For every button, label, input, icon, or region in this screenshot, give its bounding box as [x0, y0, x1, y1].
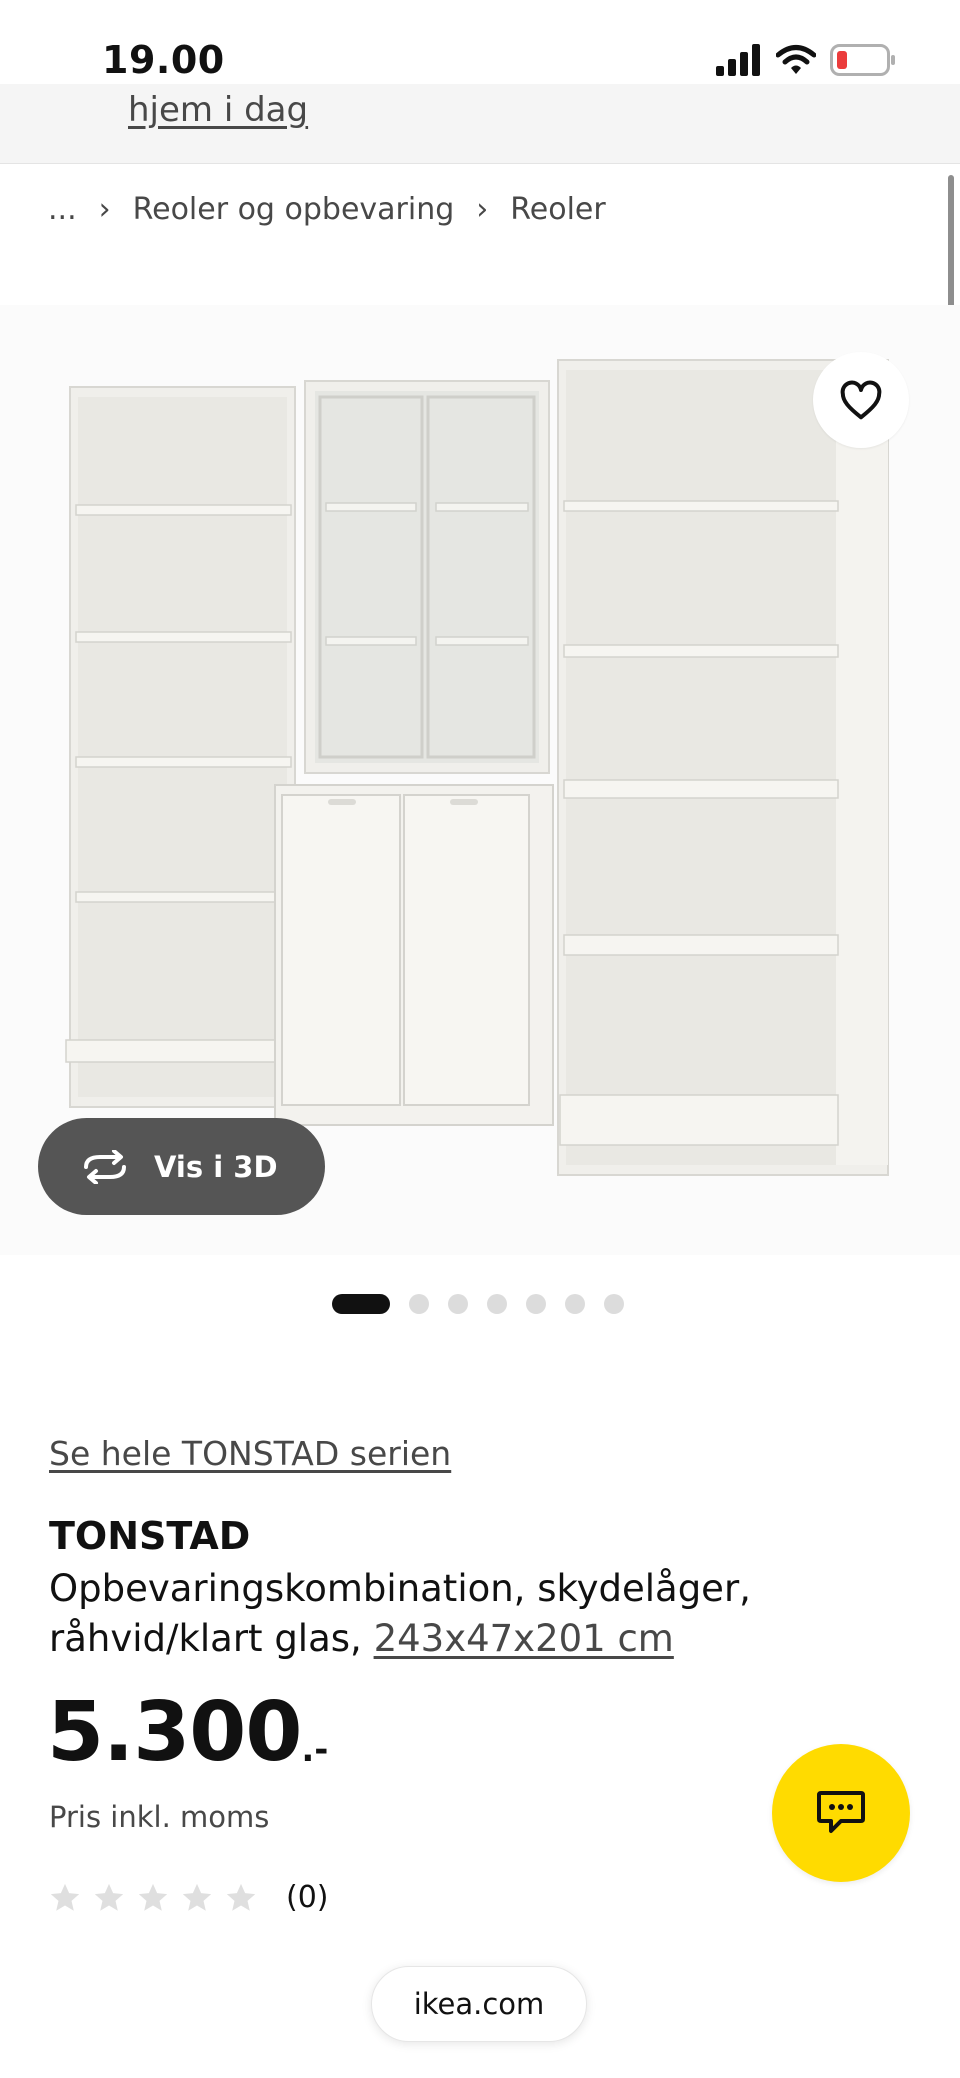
battery-low-icon — [830, 44, 895, 76]
product-price: 5.300 .- — [47, 1692, 328, 1774]
rating[interactable]: (0) — [48, 1880, 329, 1915]
rotate-3d-icon — [84, 1149, 126, 1184]
breadcrumb: ... › Reoler og opbevaring › Reoler — [48, 192, 606, 227]
status-bar: 19.00 — [0, 0, 960, 84]
star-icon — [182, 1883, 212, 1911]
breadcrumb-ellipsis[interactable]: ... — [48, 192, 77, 227]
star-icon — [226, 1883, 256, 1911]
carousel-dot[interactable] — [526, 1294, 546, 1314]
series-link[interactable]: Se hele TONSTAD serien — [49, 1434, 451, 1473]
chat-button[interactable] — [772, 1744, 910, 1882]
shelf-illustration — [65, 359, 889, 1176]
store-link[interactable]: hjem i dag — [128, 90, 308, 130]
product-dimensions-link[interactable]: 243x47x201 cm — [374, 1617, 674, 1660]
product-name: TONSTAD — [49, 1514, 251, 1558]
product-image[interactable] — [0, 305, 960, 1255]
favorite-button[interactable] — [813, 352, 909, 448]
image-carousel-dots — [332, 1294, 624, 1314]
heart-icon — [840, 380, 882, 420]
breadcrumb-item-storage[interactable]: Reoler og opbevaring — [133, 192, 455, 227]
price-note: Pris inkl. moms — [49, 1800, 270, 1834]
price-decimal: .- — [301, 1730, 329, 1770]
status-icons — [716, 44, 896, 76]
carousel-dot[interactable] — [565, 1294, 585, 1314]
carousel-dot[interactable] — [448, 1294, 468, 1314]
view-in-3d-button[interactable]: Vis i 3D — [38, 1118, 325, 1215]
signal-icon — [716, 44, 760, 76]
chevron-right-icon: › — [476, 192, 489, 227]
product-page: 19.00 hjem i dag ... › Reoler og opbevar… — [0, 0, 960, 2078]
product-description: Opbevaringskombination, skydelåger, råhv… — [49, 1564, 849, 1664]
carousel-dot[interactable] — [604, 1294, 624, 1314]
carousel-dot[interactable] — [409, 1294, 429, 1314]
chevron-right-icon: › — [98, 192, 111, 227]
carousel-dot[interactable] — [487, 1294, 507, 1314]
browser-url-bar[interactable]: ikea.com — [371, 1966, 587, 2042]
price-integer: 5.300 — [47, 1685, 302, 1780]
store-info-strip: hjem i dag — [0, 84, 960, 164]
status-time: 19.00 — [102, 38, 225, 82]
star-icon — [138, 1883, 168, 1911]
view-in-3d-label: Vis i 3D — [154, 1149, 278, 1184]
chat-icon — [817, 1791, 865, 1833]
url-text: ikea.com — [413, 1987, 545, 2021]
star-icon — [94, 1883, 124, 1911]
rating-count: (0) — [286, 1880, 329, 1915]
carousel-dot[interactable] — [332, 1294, 390, 1314]
star-icon — [50, 1883, 80, 1911]
wifi-icon — [776, 45, 816, 74]
breadcrumb-item-shelves[interactable]: Reoler — [510, 192, 605, 227]
